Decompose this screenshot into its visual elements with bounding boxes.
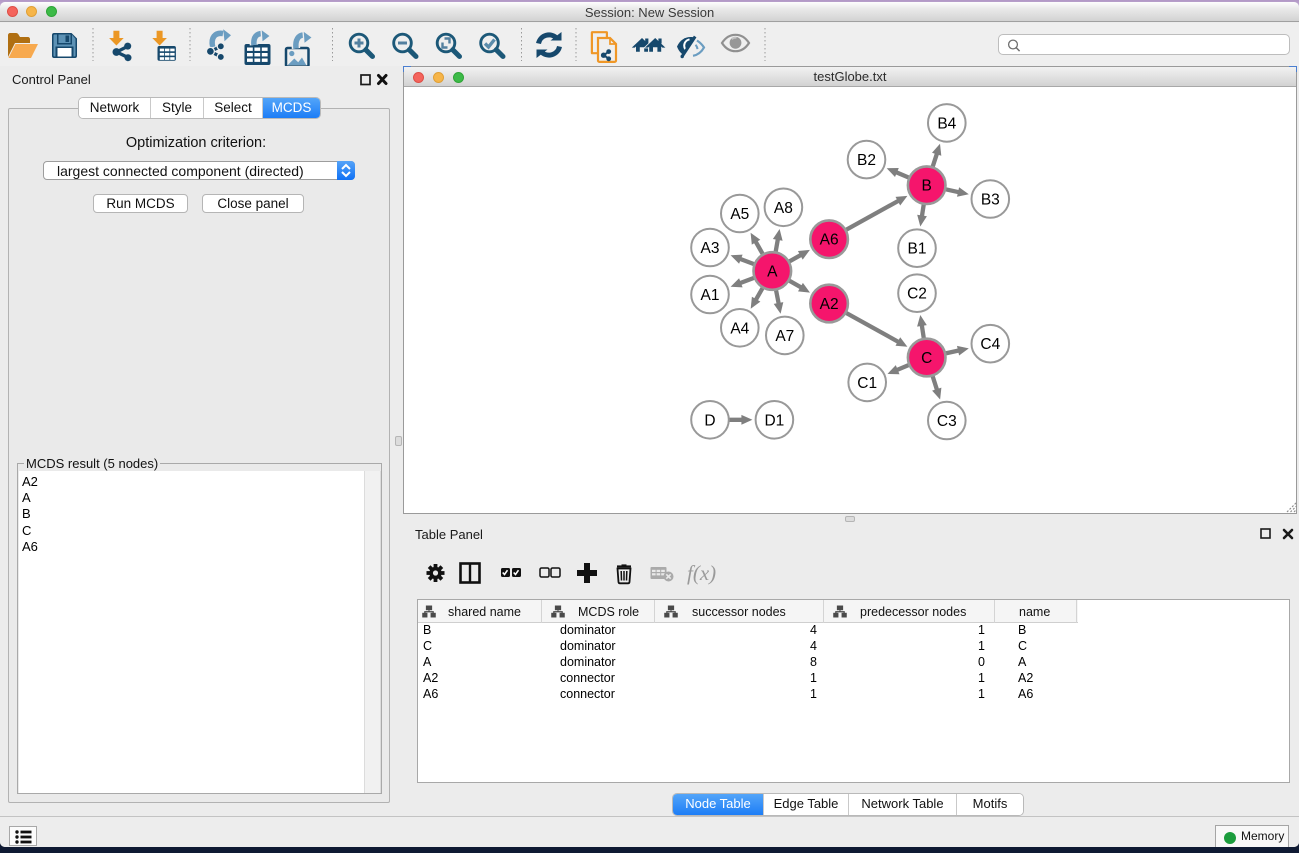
svg-text:C2: C2	[907, 286, 927, 303]
svg-text:C: C	[921, 350, 932, 367]
svg-text:B: B	[922, 178, 932, 195]
svg-text:D: D	[704, 412, 715, 429]
svg-text:D1: D1	[764, 412, 784, 429]
svg-text:A6: A6	[820, 232, 839, 249]
svg-text:C1: C1	[857, 375, 877, 392]
svg-text:A2: A2	[820, 296, 839, 313]
svg-text:C4: C4	[980, 336, 1000, 353]
svg-text:A1: A1	[701, 287, 720, 304]
svg-text:f(x): f(x)	[687, 561, 716, 585]
svg-text:B2: B2	[857, 152, 876, 169]
svg-text:A: A	[767, 264, 778, 281]
svg-text:A5: A5	[730, 206, 749, 223]
svg-text:A4: A4	[730, 320, 749, 337]
svg-text:A7: A7	[775, 328, 794, 345]
svg-text:A3: A3	[701, 240, 720, 257]
svg-text:B3: B3	[981, 192, 1000, 209]
svg-text:C3: C3	[937, 413, 957, 430]
svg-text:B4: B4	[937, 115, 956, 132]
svg-text:B1: B1	[908, 241, 927, 258]
svg-text:A8: A8	[774, 200, 793, 217]
